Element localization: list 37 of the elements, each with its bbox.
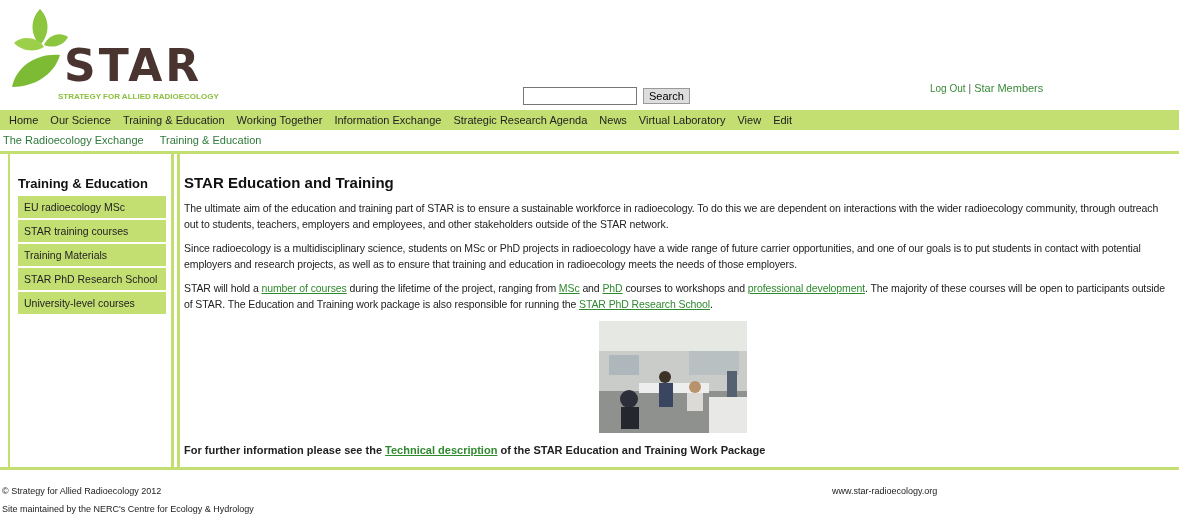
nav-item[interactable]: Edit	[773, 114, 793, 126]
nav-item[interactable]: News	[599, 114, 627, 126]
text-link[interactable]: number of courses	[261, 282, 347, 294]
info-note: For further information please see the Technical description of the STAR Education and Training Work Package	[184, 444, 767, 456]
page-title: STAR Education and Training	[184, 174, 395, 191]
paragraph: STAR will hold a number of courses during the lifetime of the project, ranging from MSc and PhD courses to workshops and professional development. The majority of these courses will be open to participants outside of STAR. The Education and Training work package is also responsible for running the STAR PhD Research School.	[184, 281, 1167, 312]
search-button[interactable]: Search	[643, 88, 690, 104]
paragraph: Since radioecology is a multidisciplinary science, students on MSc or PhD projects in radioecology have a wide range of future carrier opportunities, and one of our goals is to put students in contact with potential employers and research projects, as well as to ensure that training and education in radioecology meets the needs of those employers.	[184, 241, 1142, 272]
sidebar-item[interactable]: Training Materials	[18, 244, 166, 266]
sidebar-title: Training & Education	[18, 176, 149, 191]
nav-item[interactable]: Working Together	[236, 114, 323, 126]
text-link[interactable]: PhD	[602, 282, 623, 294]
sidebar-item[interactable]: STAR PhD Research School	[18, 268, 166, 290]
nav-item[interactable]: Training & Education	[122, 114, 225, 126]
footer-text: © Strategy for Allied Radioecology 2012	[2, 486, 163, 496]
paragraph: The ultimate aim of the education and training part of STAR is to ensure a sustainable workforce in radioecology. To do this we are dependent on interactions with the wider radioecology community, through outreach out to students, teachers, employers and employees, and other stakeholders outside of the STAR network.	[184, 201, 1160, 232]
breadcrumb-link[interactable]: Training & Education	[159, 134, 262, 150]
search-field[interactable]	[523, 87, 637, 105]
sidebar-item[interactable]: EU radioecology MSc	[18, 196, 166, 218]
sidebar-item[interactable]: University-level courses	[18, 292, 166, 314]
nav-item[interactable]: Our Science	[50, 114, 111, 126]
nav-item[interactable]: Strategic Research Agenda	[453, 114, 588, 126]
footer-text: Site maintained by the NERC's Centre for Ecology & Hydrology	[2, 504, 255, 514]
logo-wordmark: STAR	[64, 46, 204, 86]
site-address: www.star-radioecology.org	[832, 486, 938, 498]
account-link[interactable]: Log Out	[930, 83, 966, 94]
nav-item[interactable]: Virtual Laboratory	[638, 114, 726, 126]
sidebar-item[interactable]: STAR training courses	[18, 220, 166, 242]
logo-tagline: STRATEGY FOR ALLIED RADIOECOLOGY	[58, 92, 219, 101]
text-link[interactable]: MSc	[558, 282, 580, 294]
text-link[interactable]: Technical description	[385, 444, 498, 456]
separator-text: |	[968, 83, 972, 94]
nav-item[interactable]: Information Exchange	[334, 114, 442, 126]
breadcrumb-link[interactable]: The Radioecology Exchange	[3, 134, 144, 150]
nav-item[interactable]: View	[737, 114, 762, 126]
nav-item[interactable]: Home	[9, 114, 39, 126]
account-link[interactable]: Star Members	[974, 82, 1044, 94]
